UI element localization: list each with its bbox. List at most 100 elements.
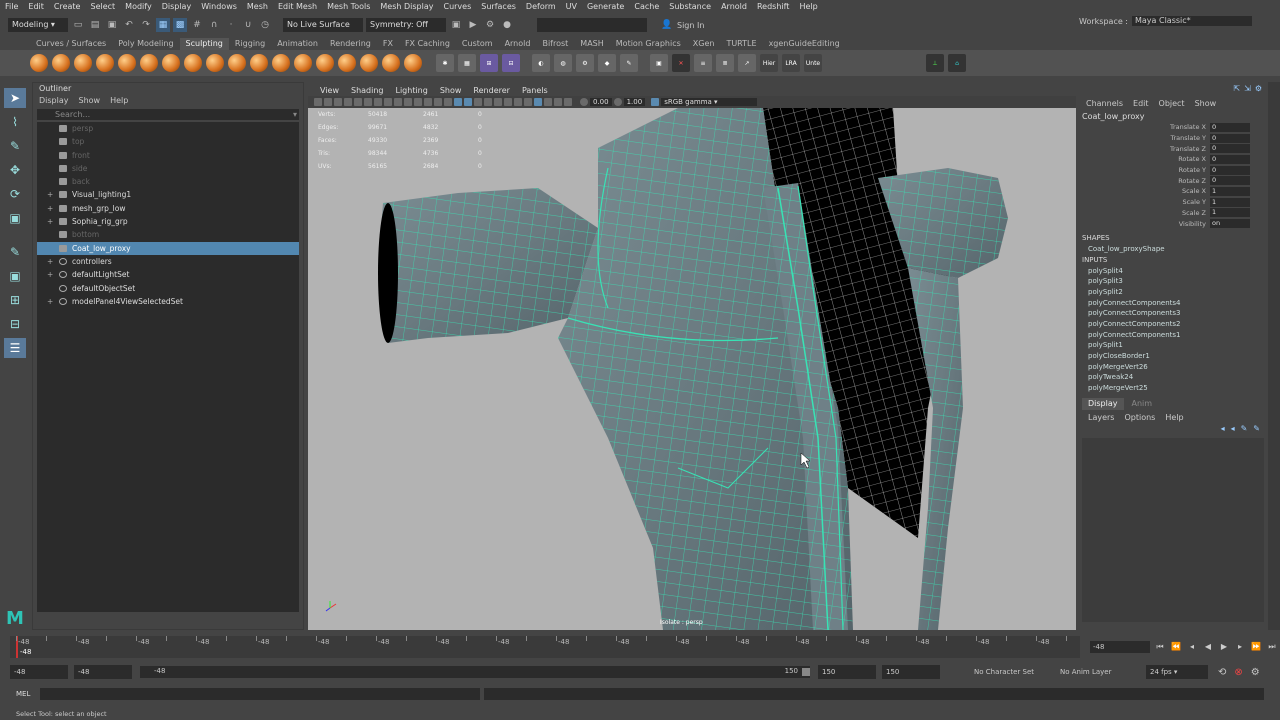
select-tool-icon[interactable]: ➤ <box>4 88 26 108</box>
start-time-field[interactable]: -48 <box>10 665 68 679</box>
channel-attr[interactable]: Scale Z 1 <box>1080 208 1266 219</box>
channel-attr[interactable]: Rotate Z 0 <box>1080 175 1266 186</box>
exposure-field[interactable]: 0.00 <box>590 98 612 106</box>
shape-node[interactable]: Coat_low_proxyShape <box>1080 244 1266 255</box>
step-back-frame-icon[interactable]: ◂ <box>1186 641 1198 653</box>
outliner-item[interactable]: side <box>37 162 299 175</box>
viewport-menu-show[interactable]: Show <box>434 86 468 95</box>
menu-redshift[interactable]: Redshift <box>752 2 794 11</box>
mask-tool-icon[interactable]: ✱ <box>436 54 454 72</box>
select-hier-button[interactable]: Hier <box>760 54 778 72</box>
menu-cache[interactable]: Cache <box>629 2 664 11</box>
knife-brush-icon[interactable] <box>316 54 334 72</box>
shelf-tab-turtle[interactable]: TURTLE <box>720 38 762 50</box>
outliner-item[interactable]: bottom <box>37 228 299 241</box>
attr-value[interactable]: 0 <box>1210 133 1250 143</box>
scale-tool-icon[interactable]: ▣ <box>4 208 26 228</box>
menu-curves[interactable]: Curves <box>438 2 476 11</box>
scrape-brush-icon[interactable] <box>272 54 290 72</box>
input-node[interactable]: polyConnectComponents1 <box>1080 330 1266 341</box>
layers-menu-help[interactable]: Help <box>1165 413 1183 422</box>
coat-mesh-render[interactable] <box>308 108 1076 630</box>
input-node[interactable]: polyTweak24 <box>1080 372 1266 383</box>
aa-icon[interactable] <box>524 98 532 106</box>
chevron-down-icon[interactable]: ▾ <box>293 109 297 120</box>
open-scene-icon[interactable]: ▤ <box>88 18 102 32</box>
play-forward-icon[interactable]: ▶ <box>1218 641 1230 653</box>
menu-mesh-display[interactable]: Mesh Display <box>375 2 438 11</box>
teal-tool-icon[interactable]: ⌂ <box>948 54 966 72</box>
attr-value[interactable]: 1 <box>1210 186 1250 196</box>
menu-mesh-tools[interactable]: Mesh Tools <box>322 2 375 11</box>
anim-start-field[interactable]: -48 <box>74 665 132 679</box>
snap-grid-icon[interactable]: # <box>190 18 204 32</box>
persp-outliner-icon[interactable]: ⊟ <box>4 314 26 334</box>
go-to-end-icon[interactable]: ⏭ <box>1266 641 1278 653</box>
go-to-start-icon[interactable]: ⏮ <box>1154 641 1166 653</box>
menu-select[interactable]: Select <box>85 2 120 11</box>
attr-value[interactable]: 0 <box>1210 122 1250 132</box>
layers-menu-layers[interactable]: Layers <box>1088 413 1114 422</box>
menu-surfaces[interactable]: Surfaces <box>476 2 521 11</box>
shelf-tab-rigging[interactable]: Rigging <box>229 38 271 50</box>
wax-brush-icon[interactable] <box>250 54 268 72</box>
gamma-field[interactable]: 1.00 <box>623 98 646 106</box>
shelf-tab-mash[interactable]: MASH <box>574 38 609 50</box>
snap-point-icon[interactable]: · <box>224 18 238 32</box>
grid-tool-icon[interactable]: ▦ <box>458 54 476 72</box>
play-back-icon[interactable]: ◀ <box>1202 641 1214 653</box>
snap-curve-icon[interactable]: ∩ <box>207 18 221 32</box>
gate-mask-icon[interactable] <box>404 98 412 106</box>
four-view-icon[interactable]: ⊞ <box>4 290 26 310</box>
imprint-brush-icon[interactable] <box>228 54 246 72</box>
outliner-menu-show[interactable]: Show <box>79 96 101 105</box>
attr-value[interactable]: 0 <box>1210 144 1250 154</box>
new-layer-icon[interactable]: ✎ <box>1241 424 1248 433</box>
sculpt-layer-icon[interactable]: ⊞ <box>480 54 498 72</box>
xray-components-icon[interactable] <box>564 98 572 106</box>
gamma-icon[interactable] <box>613 98 622 106</box>
amplify-brush-icon[interactable] <box>382 54 400 72</box>
attr-value[interactable]: 0 <box>1210 154 1250 164</box>
channel-attr[interactable]: Scale X 1 <box>1080 186 1266 197</box>
history-icon[interactable]: ◷ <box>258 18 272 32</box>
cube-icon[interactable]: ▣ <box>650 54 668 72</box>
menu-uv[interactable]: UV <box>561 2 582 11</box>
end-time-field[interactable]: 150 <box>818 665 876 679</box>
shelf-tab-poly-modeling[interactable]: Poly Modeling <box>112 38 179 50</box>
exposure-icon[interactable] <box>580 98 588 106</box>
input-node[interactable]: polyConnectComponents3 <box>1080 308 1266 319</box>
menu-display[interactable]: Display <box>157 2 197 11</box>
viewport-menu-lighting[interactable]: Lighting <box>389 86 433 95</box>
sign-in-link[interactable]: Sign In <box>677 21 737 30</box>
repeat-brush-icon[interactable] <box>206 54 224 72</box>
outliner-search-input[interactable]: Search... ▾ <box>37 109 299 120</box>
shelf-tab-fx[interactable]: FX <box>377 38 399 50</box>
outliner-item[interactable]: + controllers <box>37 255 299 268</box>
paint-select-icon[interactable]: ✎ <box>4 136 26 156</box>
smear-brush-icon[interactable] <box>338 54 356 72</box>
viewport-panel[interactable]: View Shading Lighting Show Renderer Panels 0.… <box>308 84 1076 630</box>
cb-menu-show[interactable]: Show <box>1195 99 1217 108</box>
new-layer-selected-icon[interactable]: ✎ <box>1253 424 1260 433</box>
shelf-tab-custom[interactable]: Custom <box>456 38 499 50</box>
2d-pan-icon[interactable] <box>354 98 362 106</box>
channel-attr[interactable]: Translate X 0 <box>1080 122 1266 133</box>
fill-brush-icon[interactable] <box>294 54 312 72</box>
menu-edit-mesh[interactable]: Edit Mesh <box>273 2 322 11</box>
menu-generate[interactable]: Generate <box>582 2 629 11</box>
menu-edit[interactable]: Edit <box>23 2 49 11</box>
anim-prefs-icon[interactable]: ⚙ <box>1251 667 1260 678</box>
new-scene-icon[interactable]: ▭ <box>71 18 85 32</box>
outliner-item[interactable]: + modelPanel4ViewSelectedSet <box>37 295 299 308</box>
side-tabs-strip[interactable] <box>1268 82 1280 630</box>
viewport-menu-panels[interactable]: Panels <box>516 86 554 95</box>
viewport-menu-view[interactable]: View <box>314 86 345 95</box>
anim-layer-dropdown[interactable]: No Anim Layer <box>1060 668 1140 676</box>
colorspace-dropdown[interactable]: sRGB gamma ▾ <box>661 98 758 106</box>
mel-input[interactable] <box>40 688 480 700</box>
input-node[interactable]: polyMergeVert26 <box>1080 362 1266 373</box>
auto-key-icon[interactable]: ⊗ <box>1234 667 1242 678</box>
xray-icon[interactable] <box>544 98 552 106</box>
tool-settings-icon[interactable]: ⚙ <box>1255 84 1262 93</box>
